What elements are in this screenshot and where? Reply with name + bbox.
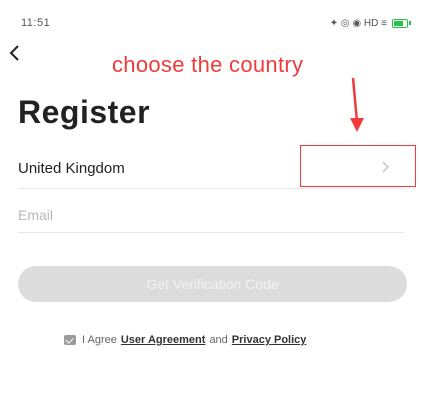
- status-icons: ✦ ◎ ◉ HD ≡: [329, 17, 411, 29]
- get-verification-code-button[interactable]: Get Verification Code: [18, 266, 407, 302]
- agreement-prefix: I Agree: [82, 334, 117, 346]
- privacy-policy-link[interactable]: Privacy Policy: [232, 334, 307, 346]
- chevron-right-icon[interactable]: [382, 160, 390, 176]
- country-selector[interactable]: United Kingdom: [18, 150, 404, 186]
- page-title: Register: [18, 94, 151, 130]
- status-time: 11:51: [21, 17, 51, 29]
- battery-icon: [392, 18, 411, 28]
- status-bar: 11:51 ✦ ◎ ◉ HD ≡: [21, 14, 411, 32]
- register-screen: 11:51 ✦ ◎ ◉ HD ≡ choose the country Regi…: [0, 0, 422, 406]
- country-value: United Kingdom: [18, 159, 125, 177]
- checkbox-icon[interactable]: [64, 335, 76, 345]
- agreement-row: I Agree User Agreement and Privacy Polic…: [64, 334, 306, 346]
- back-arrow-icon: [9, 45, 19, 61]
- annotation-text: choose the country: [112, 52, 304, 77]
- divider: [18, 232, 404, 233]
- user-agreement-link[interactable]: User Agreement: [121, 334, 206, 346]
- divider: [18, 188, 404, 189]
- email-field[interactable]: [18, 200, 404, 230]
- status-icons-text: ✦ ◎ ◉ HD ≡: [329, 17, 387, 29]
- annotation-arrow-icon: [350, 78, 364, 132]
- agreement-and: and: [209, 334, 228, 346]
- back-button[interactable]: [8, 44, 30, 66]
